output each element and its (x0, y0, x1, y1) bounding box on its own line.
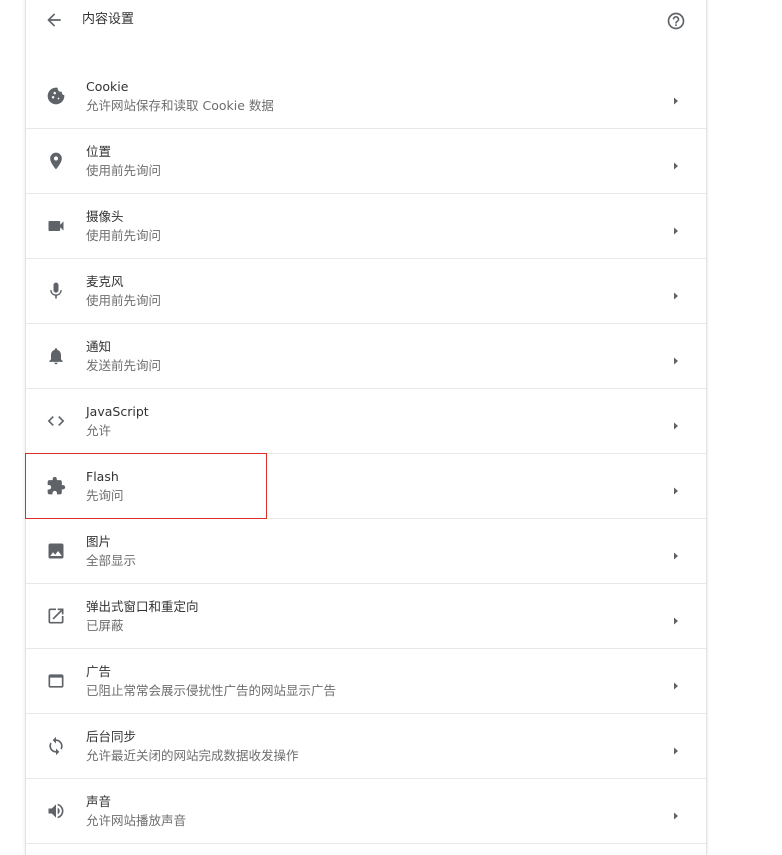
chevron-right-icon (671, 351, 681, 365)
chevron-right-icon (671, 416, 681, 430)
setting-subtitle: 全部显示 (86, 553, 137, 568)
puzzle-piece-icon (46, 476, 66, 496)
settings-row-location[interactable]: 位置 使用前先询问 (26, 129, 706, 194)
sync-icon (46, 736, 66, 756)
settings-row-microphone[interactable]: 麦克风 使用前先询问 (26, 259, 706, 324)
bell-icon (46, 346, 66, 366)
setting-subtitle: 先询问 (86, 488, 124, 503)
setting-subtitle: 允许最近关闭的网站完成数据收发操作 (86, 748, 299, 763)
browser-window-icon (46, 671, 66, 691)
chevron-right-icon (671, 481, 681, 495)
page-title: 内容设置 (82, 12, 135, 27)
setting-subtitle: 使用前先询问 (86, 293, 162, 308)
chevron-right-icon (671, 221, 681, 235)
setting-title: 麦克风 (86, 274, 124, 289)
settings-page: 内容设置 Cookie 允许网站保存和读取 Cookie 数据 位置 使用前先询… (0, 0, 782, 855)
chevron-right-icon (671, 286, 681, 300)
location-pin-icon (46, 151, 66, 171)
help-circle-icon[interactable] (666, 11, 686, 31)
setting-title: 弹出式窗口和重定向 (86, 599, 199, 614)
speaker-icon (46, 801, 66, 821)
settings-row-cookie[interactable]: Cookie 允许网站保存和读取 Cookie 数据 (26, 64, 706, 129)
setting-subtitle: 允许 (86, 423, 112, 438)
open-in-new-icon (46, 606, 66, 626)
chevron-right-icon (671, 611, 681, 625)
chevron-right-icon (671, 91, 681, 105)
setting-title: 摄像头 (86, 209, 124, 224)
setting-title: 广告 (86, 664, 112, 679)
microphone-icon (46, 281, 66, 301)
setting-title: JavaScript (86, 404, 149, 419)
setting-title: Flash (86, 469, 119, 484)
setting-title: 声音 (86, 794, 112, 809)
settings-list: Cookie 允许网站保存和读取 Cookie 数据 位置 使用前先询问 摄像头… (26, 64, 706, 844)
arrow-back-icon[interactable] (44, 10, 64, 30)
setting-subtitle: 发送前先询问 (86, 358, 162, 373)
setting-title: 后台同步 (86, 729, 137, 744)
setting-subtitle: 已阻止常常会展示侵扰性广告的网站显示广告 (86, 683, 337, 698)
code-brackets-icon (46, 411, 66, 431)
setting-title: Cookie (86, 79, 129, 94)
header: 内容设置 (26, 0, 706, 42)
settings-row-camera[interactable]: 摄像头 使用前先询问 (26, 194, 706, 259)
setting-subtitle: 使用前先询问 (86, 228, 162, 243)
setting-subtitle: 允许网站播放声音 (86, 813, 187, 828)
content-settings-card: 内容设置 Cookie 允许网站保存和读取 Cookie 数据 位置 使用前先询… (25, 0, 707, 855)
setting-subtitle: 允许网站保存和读取 Cookie 数据 (86, 98, 274, 113)
setting-subtitle: 使用前先询问 (86, 163, 162, 178)
chevron-right-icon (671, 741, 681, 755)
settings-row-images[interactable]: 图片 全部显示 (26, 519, 706, 584)
setting-title: 通知 (86, 339, 112, 354)
settings-row-flash[interactable]: Flash 先询问 (26, 454, 706, 519)
setting-subtitle: 已屏蔽 (86, 618, 124, 633)
setting-title: 图片 (86, 534, 112, 549)
chevron-right-icon (671, 156, 681, 170)
chevron-right-icon (671, 676, 681, 690)
settings-row-notifications[interactable]: 通知 发送前先询问 (26, 324, 706, 389)
settings-row-popups[interactable]: 弹出式窗口和重定向 已屏蔽 (26, 584, 706, 649)
camera-icon (46, 216, 66, 236)
cookie-icon (46, 86, 66, 106)
settings-row-background-sync[interactable]: 后台同步 允许最近关闭的网站完成数据收发操作 (26, 714, 706, 779)
image-icon (46, 541, 66, 561)
settings-row-ads[interactable]: 广告 已阻止常常会展示侵扰性广告的网站显示广告 (26, 649, 706, 714)
setting-title: 位置 (86, 144, 112, 159)
settings-row-sound[interactable]: 声音 允许网站播放声音 (26, 779, 706, 844)
chevron-right-icon (671, 546, 681, 560)
chevron-right-icon (671, 806, 681, 820)
settings-row-javascript[interactable]: JavaScript 允许 (26, 389, 706, 454)
